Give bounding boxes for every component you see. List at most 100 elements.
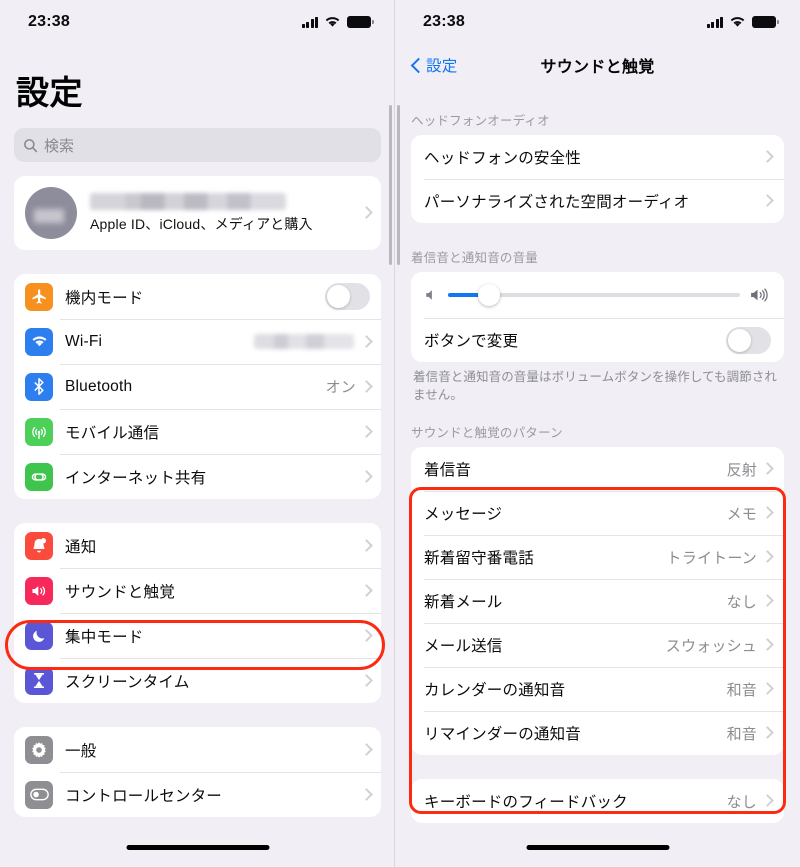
airplane-mode-toggle[interactable] <box>325 283 370 310</box>
sidebar-item-airplane-mode[interactable]: 機内モード <box>14 274 381 319</box>
chevron-right-icon <box>362 743 370 756</box>
section-header-sound-patterns: サウンドと触覚のパターン <box>411 426 563 441</box>
sidebar-item-notifications[interactable]: 通知 <box>14 523 381 568</box>
chevron-right-icon <box>763 595 771 608</box>
chevron-right-icon <box>362 380 370 393</box>
sidebar-item-hotspot[interactable]: インターネット共有 <box>14 454 381 499</box>
headphone-audio-group: ヘッドフォンの安全性 パーソナライズされた空間オーディオ <box>411 135 784 223</box>
general-group: 一般 コントロールセンター <box>14 727 381 817</box>
row-value: 和音 <box>726 725 757 743</box>
cellular-bars-icon <box>706 16 723 28</box>
chevron-right-icon <box>763 151 771 164</box>
apple-account-row[interactable]: Apple ID、iCloud、メディアと購入 <box>14 176 381 250</box>
speaker-high-icon <box>751 288 768 302</box>
status-bar-left: 23:38 <box>0 0 395 44</box>
sidebar-item-wifi[interactable]: Wi-Fi <box>14 319 381 364</box>
search-placeholder: 検索 <box>44 137 75 155</box>
row-change-with-buttons[interactable]: ボタンで変更 <box>411 318 784 362</box>
chevron-right-icon <box>763 507 771 520</box>
battery-full-icon <box>347 16 374 28</box>
sidebar-item-label: Wi-Fi <box>65 332 103 350</box>
speaker-waves-icon <box>25 576 53 605</box>
search-input[interactable]: 検索 <box>14 128 381 162</box>
row-label: カレンダーの通知音 <box>424 682 566 700</box>
row-new-voicemail[interactable]: 新着留守番電話 トライトーン <box>411 535 784 579</box>
row-new-mail[interactable]: 新着メール なし <box>411 579 784 623</box>
chevron-right-icon <box>362 207 370 220</box>
status-bar-indicators <box>706 16 779 28</box>
toggle-switch-icon <box>25 780 53 809</box>
row-label: 新着留守番電話 <box>424 550 534 568</box>
account-subtitle: Apple ID、iCloud、メディアと購入 <box>90 215 313 232</box>
row-reminder-alert[interactable]: リマインダーの通知音 和音 <box>411 711 784 755</box>
row-keyboard-feedback[interactable]: キーボードのフィードバック なし <box>411 779 784 823</box>
row-sent-mail[interactable]: メール送信 スウォッシュ <box>411 623 784 667</box>
chevron-right-icon <box>362 629 370 642</box>
scrollbar-left[interactable] <box>389 105 392 265</box>
home-indicator <box>126 845 269 850</box>
row-label: キーボードのフィードバック <box>424 794 628 812</box>
chevron-right-icon <box>763 727 771 740</box>
chevron-right-icon <box>362 539 370 552</box>
status-bar-indicators <box>301 16 374 28</box>
row-label: 着信音 <box>424 462 472 480</box>
section-header-ringer-volume: 着信音と通知音の音量 <box>411 251 539 265</box>
chevron-right-icon <box>763 683 771 696</box>
account-text: Apple ID、iCloud、メディアと購入 <box>90 192 362 234</box>
chevron-right-icon <box>362 425 370 438</box>
hourglass-icon <box>25 666 53 695</box>
notifications-group: 通知 サウンドと触覚 集中モード スクリーンタイム <box>14 523 381 703</box>
row-value: トライトーン <box>666 549 757 567</box>
row-calendar-alert[interactable]: カレンダーの通知音 和音 <box>411 667 784 711</box>
row-label: メール送信 <box>424 638 503 656</box>
row-ringtone[interactable]: 着信音 反射 <box>411 447 784 491</box>
row-value: 和音 <box>726 681 757 699</box>
wifi-network-redacted <box>254 334 354 349</box>
row-value: 反射 <box>726 461 757 479</box>
scrollbar-right[interactable] <box>397 105 400 265</box>
row-label: ヘッドフォンの安全性 <box>424 150 582 167</box>
section-footer-ringer-volume: 着信音と通知音の音量はボリュームボタンを操作しても調節されません。 <box>413 370 778 403</box>
avatar <box>25 187 77 239</box>
sidebar-item-label: 機内モード <box>65 289 144 307</box>
dual-screenshot-container: 23:38 設定 検索 Apple ID、iCloud、メディアと購入 機内モー… <box>0 0 800 867</box>
sidebar-item-screen-time[interactable]: スクリーンタイム <box>14 658 381 703</box>
battery-full-icon <box>752 16 779 28</box>
chevron-right-icon <box>763 795 771 808</box>
sidebar-item-bluetooth[interactable]: Bluetooth オン <box>14 364 381 409</box>
row-personalized-spatial-audio[interactable]: パーソナライズされた空間オーディオ <box>411 179 784 223</box>
sidebar-item-label: サウンドと触覚 <box>65 583 175 601</box>
sidebar-item-label: スクリーンタイム <box>65 673 190 691</box>
sidebar-item-sounds-haptics[interactable]: サウンドと触覚 <box>14 568 381 613</box>
panel-divider <box>394 0 395 867</box>
wifi-icon <box>325 17 340 27</box>
chevron-right-icon <box>362 335 370 348</box>
page-title: 設定 <box>16 74 83 111</box>
speaker-low-icon <box>426 290 432 300</box>
status-bar-time: 23:38 <box>28 13 70 30</box>
bluetooth-icon <box>25 372 53 401</box>
sidebar-item-general[interactable]: 一般 <box>14 727 381 772</box>
sidebar-item-control-center[interactable]: コントロールセンター <box>14 772 381 817</box>
gear-icon <box>25 735 53 764</box>
section-header-headphone-audio: ヘッドフォンオーディオ <box>411 114 550 128</box>
row-value: なし <box>726 593 757 611</box>
row-message-tone[interactable]: メッセージ メモ <box>411 491 784 535</box>
chevron-right-icon <box>362 584 370 597</box>
volume-slider-thumb[interactable] <box>477 284 500 306</box>
sidebar-item-cellular[interactable]: モバイル通信 <box>14 409 381 454</box>
row-headphone-safety[interactable]: ヘッドフォンの安全性 <box>411 135 784 179</box>
sidebar-item-label: インターネット共有 <box>65 469 207 487</box>
chevron-right-icon <box>763 639 771 652</box>
status-bar-time: 23:38 <box>423 13 465 30</box>
chevron-right-icon <box>763 551 771 564</box>
volume-slider-row[interactable] <box>411 272 784 318</box>
volume-slider-track[interactable] <box>448 284 740 306</box>
account-card[interactable]: Apple ID、iCloud、メディアと購入 <box>14 176 381 250</box>
sidebar-item-focus[interactable]: 集中モード <box>14 613 381 658</box>
sidebar-item-label: コントロールセンター <box>65 787 223 805</box>
chevron-right-icon <box>763 463 771 476</box>
row-label: リマインダーの通知音 <box>424 726 582 744</box>
settings-home-screen: 23:38 設定 検索 Apple ID、iCloud、メディアと購入 機内モー… <box>0 0 395 867</box>
change-with-buttons-toggle[interactable] <box>726 326 771 354</box>
